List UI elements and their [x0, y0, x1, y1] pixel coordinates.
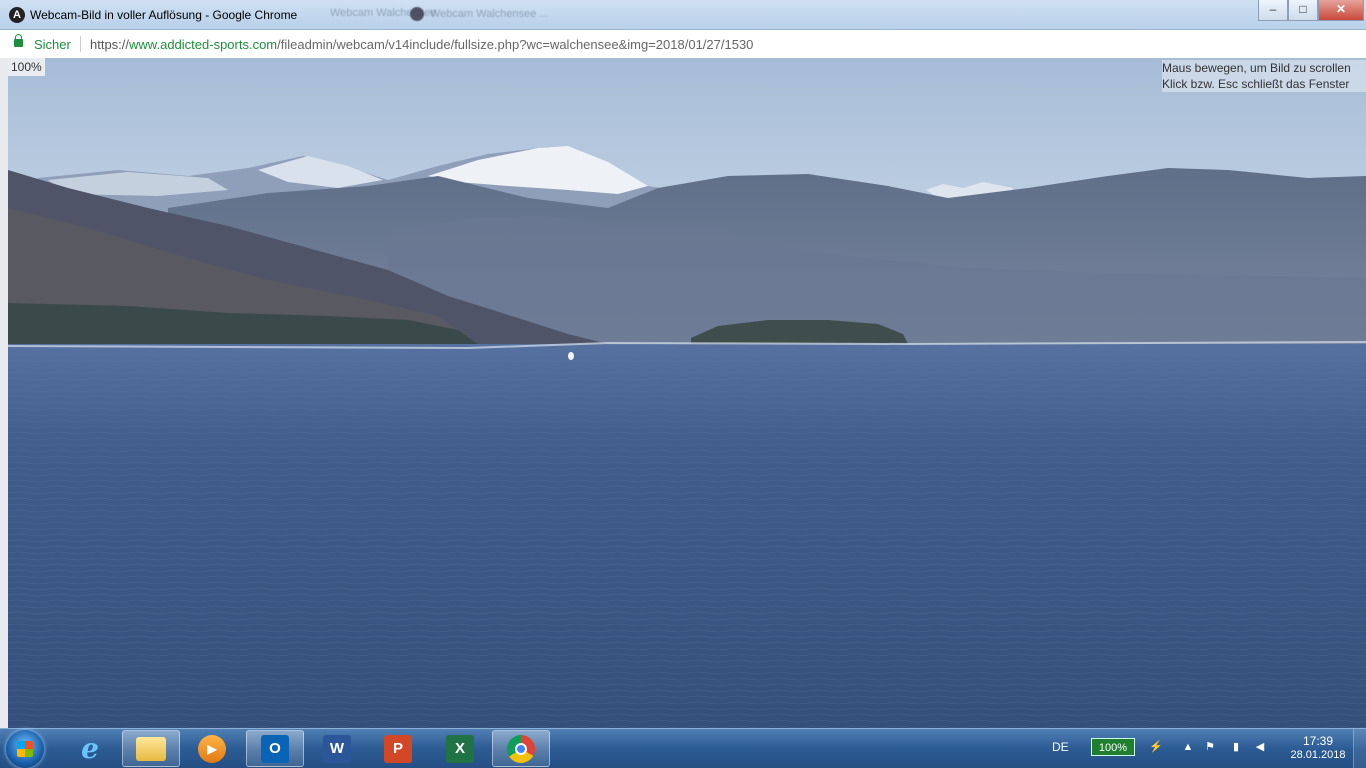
- excel-icon: X: [446, 734, 474, 763]
- start-button[interactable]: [6, 730, 44, 768]
- system-clock[interactable]: 17:39 28.01.2018: [1286, 734, 1350, 762]
- tab-favicon-icon: [410, 7, 424, 21]
- media-player-icon: ▶: [198, 734, 226, 763]
- boat: [568, 352, 574, 360]
- url-host: www.addicted-sports.com: [129, 37, 278, 52]
- taskbar-excel[interactable]: X: [431, 730, 489, 767]
- word-icon: W: [323, 734, 351, 763]
- url-field[interactable]: https://www.addicted-sports.com/fileadmi…: [90, 37, 753, 52]
- security-label[interactable]: Sicher: [34, 37, 71, 52]
- hint-line-1: Maus bewegen, um Bild zu scrollen: [1162, 61, 1351, 75]
- title-bar[interactable]: A Webcam-Bild in voller Auflösung - Goog…: [0, 0, 1366, 30]
- window-controls: – □ ✕: [1258, 0, 1364, 21]
- language-indicator[interactable]: DE: [1052, 740, 1069, 754]
- url-scheme: https://: [90, 37, 130, 52]
- address-bar[interactable]: Sicher https://www.addicted-sports.com/f…: [0, 30, 1366, 59]
- taskbar-explorer[interactable]: [122, 730, 180, 767]
- powerpoint-icon: P: [384, 734, 412, 763]
- taskbar: e ▶ O W P X DE 100% ⚡ ▲ ⚑ ▮ ◀ 17:39 28.0…: [0, 728, 1366, 768]
- battery-indicator[interactable]: 100%: [1091, 738, 1135, 756]
- show-desktop-button[interactable]: [1353, 729, 1366, 768]
- chrome-icon: [507, 734, 535, 763]
- app-avatar-icon: A: [9, 7, 25, 23]
- clock-time: 17:39: [1302, 734, 1334, 748]
- action-center-flag-icon[interactable]: ⚑: [1204, 741, 1216, 753]
- webcam-image[interactable]: 100% Maus bewegen, um Bild zu scrollen K…: [8, 58, 1366, 728]
- outlook-icon: O: [261, 734, 289, 763]
- maximize-button[interactable]: □: [1288, 0, 1318, 21]
- power-plug-icon[interactable]: ⚡: [1148, 741, 1164, 753]
- webcam-landscape: [8, 58, 1366, 728]
- taskbar-word[interactable]: W: [308, 730, 366, 767]
- taskbar-powerpoint[interactable]: P: [369, 730, 427, 767]
- zoom-level: 100%: [8, 58, 45, 76]
- taskbar-outlook[interactable]: O: [246, 730, 304, 767]
- show-hidden-icons-icon[interactable]: ▲: [1182, 741, 1194, 753]
- taskbar-ie[interactable]: e: [61, 730, 119, 767]
- lock-icon[interactable]: [14, 34, 23, 47]
- window-left-border: [0, 58, 8, 728]
- folder-icon: [136, 736, 166, 761]
- clock-date: 28.01.2018: [1290, 749, 1346, 761]
- close-button[interactable]: ✕: [1318, 0, 1364, 21]
- volume-icon[interactable]: ◀: [1254, 741, 1266, 753]
- background-tab-2[interactable]: Webcam Walchensee ...: [410, 7, 549, 21]
- minimize-button[interactable]: –: [1258, 0, 1288, 21]
- network-signal-icon[interactable]: ▮: [1230, 741, 1242, 753]
- viewer-hint: Maus bewegen, um Bild zu scrollen Klick …: [1162, 60, 1366, 92]
- lake-ripples: [8, 344, 1366, 728]
- background-tab-2-label: Webcam Walchensee ...: [430, 7, 549, 20]
- hint-line-2: Klick bzw. Esc schließt das Fenster: [1162, 77, 1350, 91]
- taskbar-media-player[interactable]: ▶: [183, 730, 241, 767]
- window-title: Webcam-Bild in voller Auflösung - Google…: [30, 8, 298, 22]
- address-divider: [80, 36, 81, 52]
- url-path: /fileadmin/webcam/v14include/fullsize.ph…: [277, 37, 754, 52]
- internet-explorer-icon: e: [81, 732, 99, 765]
- taskbar-chrome[interactable]: [492, 730, 550, 767]
